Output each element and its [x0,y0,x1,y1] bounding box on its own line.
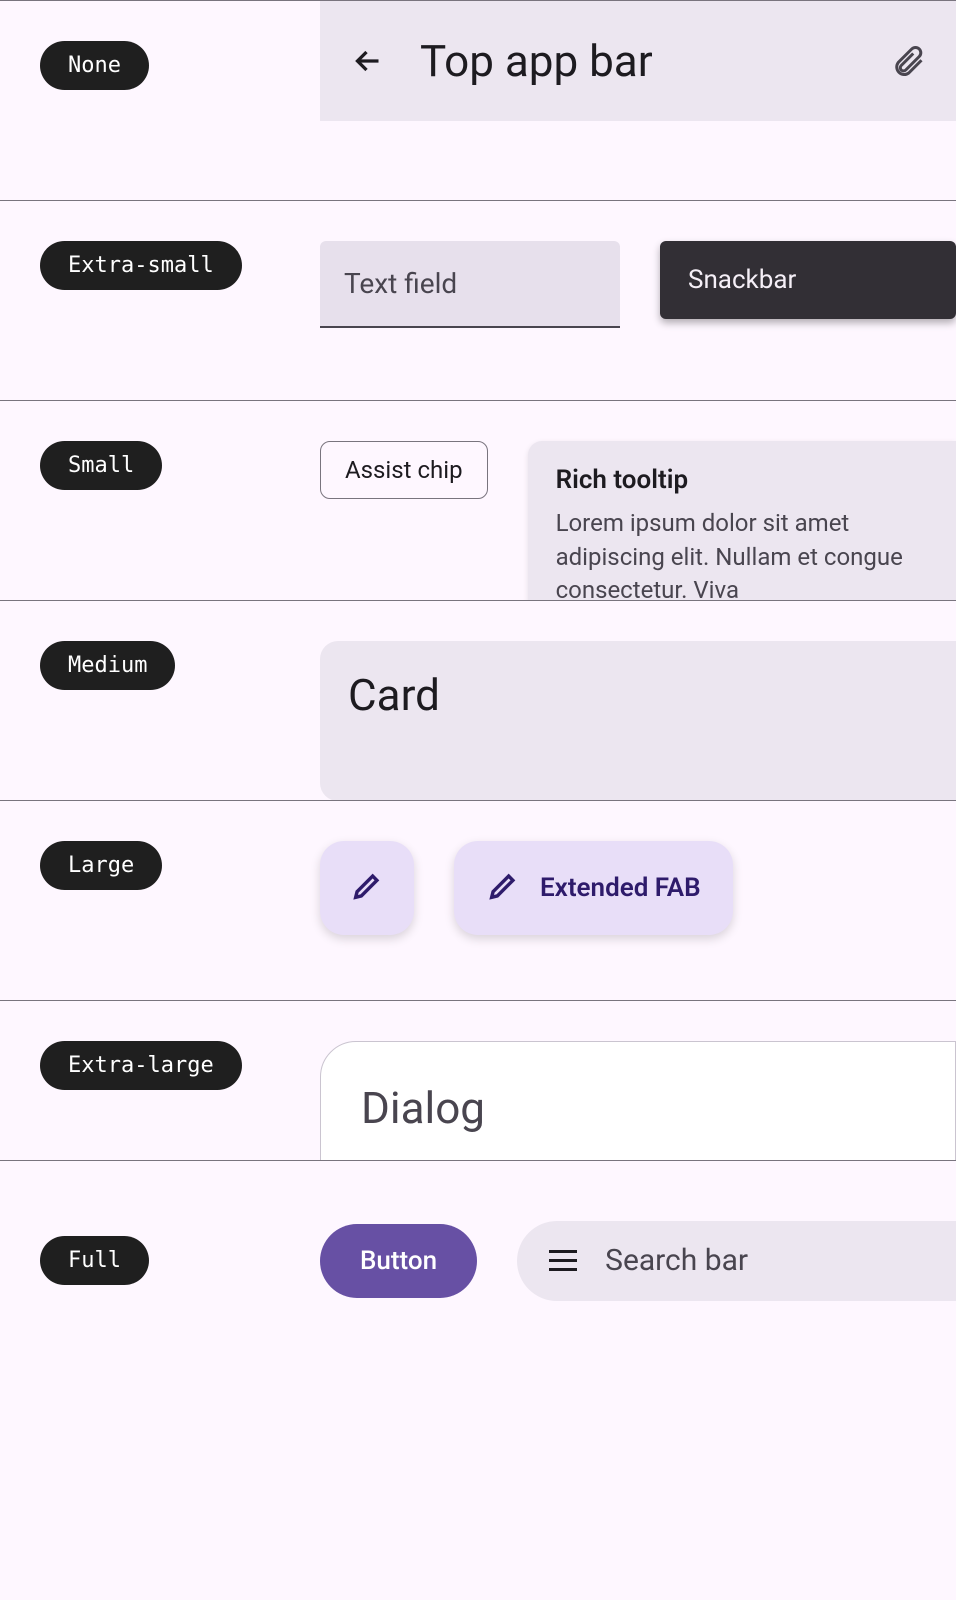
label-pill-medium: Medium [40,641,175,690]
filled-button[interactable]: Button [320,1224,477,1298]
label-pill-full: Full [40,1236,149,1285]
extended-fab-label: Extended FAB [540,873,701,903]
assist-chip-label: Assist chip [345,456,463,484]
search-placeholder: Search bar [605,1243,748,1278]
assist-chip[interactable]: Assist chip [320,441,488,499]
card-title: Card [348,669,928,721]
back-arrow-icon[interactable] [344,37,392,85]
text-field[interactable]: Text field [320,241,620,328]
top-app-bar: Top app bar [320,1,956,121]
label-pill-large: Large [40,841,162,890]
label-pill-extra-small: Extra-small [40,241,242,290]
label-pill-extra-large: Extra-large [40,1041,242,1090]
text-field-label: Text field [344,267,596,300]
fab[interactable] [320,841,414,935]
button-label: Button [360,1246,437,1276]
row-medium: Medium Card [0,600,956,800]
menu-icon[interactable] [549,1250,577,1271]
row-small: Small Assist chip Rich tooltip Lorem ips… [0,400,956,600]
card[interactable]: Card [320,641,956,800]
row-extra-small: Extra-small Text field Snackbar [0,200,956,400]
tooltip-body: Lorem ipsum dolor sit amet adipiscing el… [556,507,928,600]
app-bar-title: Top app bar [420,35,856,87]
extended-fab[interactable]: Extended FAB [454,841,733,935]
tooltip-title: Rich tooltip [556,465,928,495]
edit-icon [350,869,384,907]
row-full: Full Button Search bar [0,1160,956,1360]
rich-tooltip: Rich tooltip Lorem ipsum dolor sit amet … [528,441,956,600]
snackbar: Snackbar [660,241,956,319]
row-extra-large: Extra-large Dialog [0,1000,956,1160]
label-pill-small: Small [40,441,162,490]
attachment-icon[interactable] [884,37,932,85]
dialog: Dialog [320,1041,956,1160]
row-none: None Top app bar [0,0,956,200]
search-bar[interactable]: Search bar [517,1221,956,1301]
edit-icon [486,869,520,907]
snackbar-label: Snackbar [688,265,796,295]
row-large: Large Extended FAB [0,800,956,1000]
dialog-title: Dialog [361,1082,915,1134]
label-pill-none: None [40,41,149,90]
